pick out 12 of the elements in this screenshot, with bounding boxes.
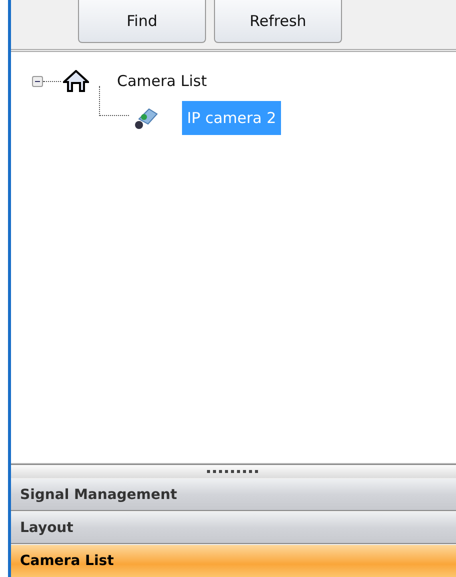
toolbar-button[interactable]: Refresh [214, 0, 342, 43]
camera-icon [133, 106, 159, 130]
home-icon [63, 70, 89, 92]
tree-line [43, 80, 61, 82]
splitter-handle[interactable] [11, 464, 456, 478]
navigation-tab[interactable]: Layout [11, 511, 456, 544]
tree-item[interactable]: Camera List [113, 68, 211, 94]
navigation-tab[interactable]: Camera List [11, 544, 456, 577]
collapse-icon[interactable] [32, 76, 43, 86]
navigation-tab[interactable]: Signal Management [11, 478, 456, 511]
toolbar-button[interactable]: Find [78, 0, 206, 43]
tree-line [99, 86, 129, 116]
